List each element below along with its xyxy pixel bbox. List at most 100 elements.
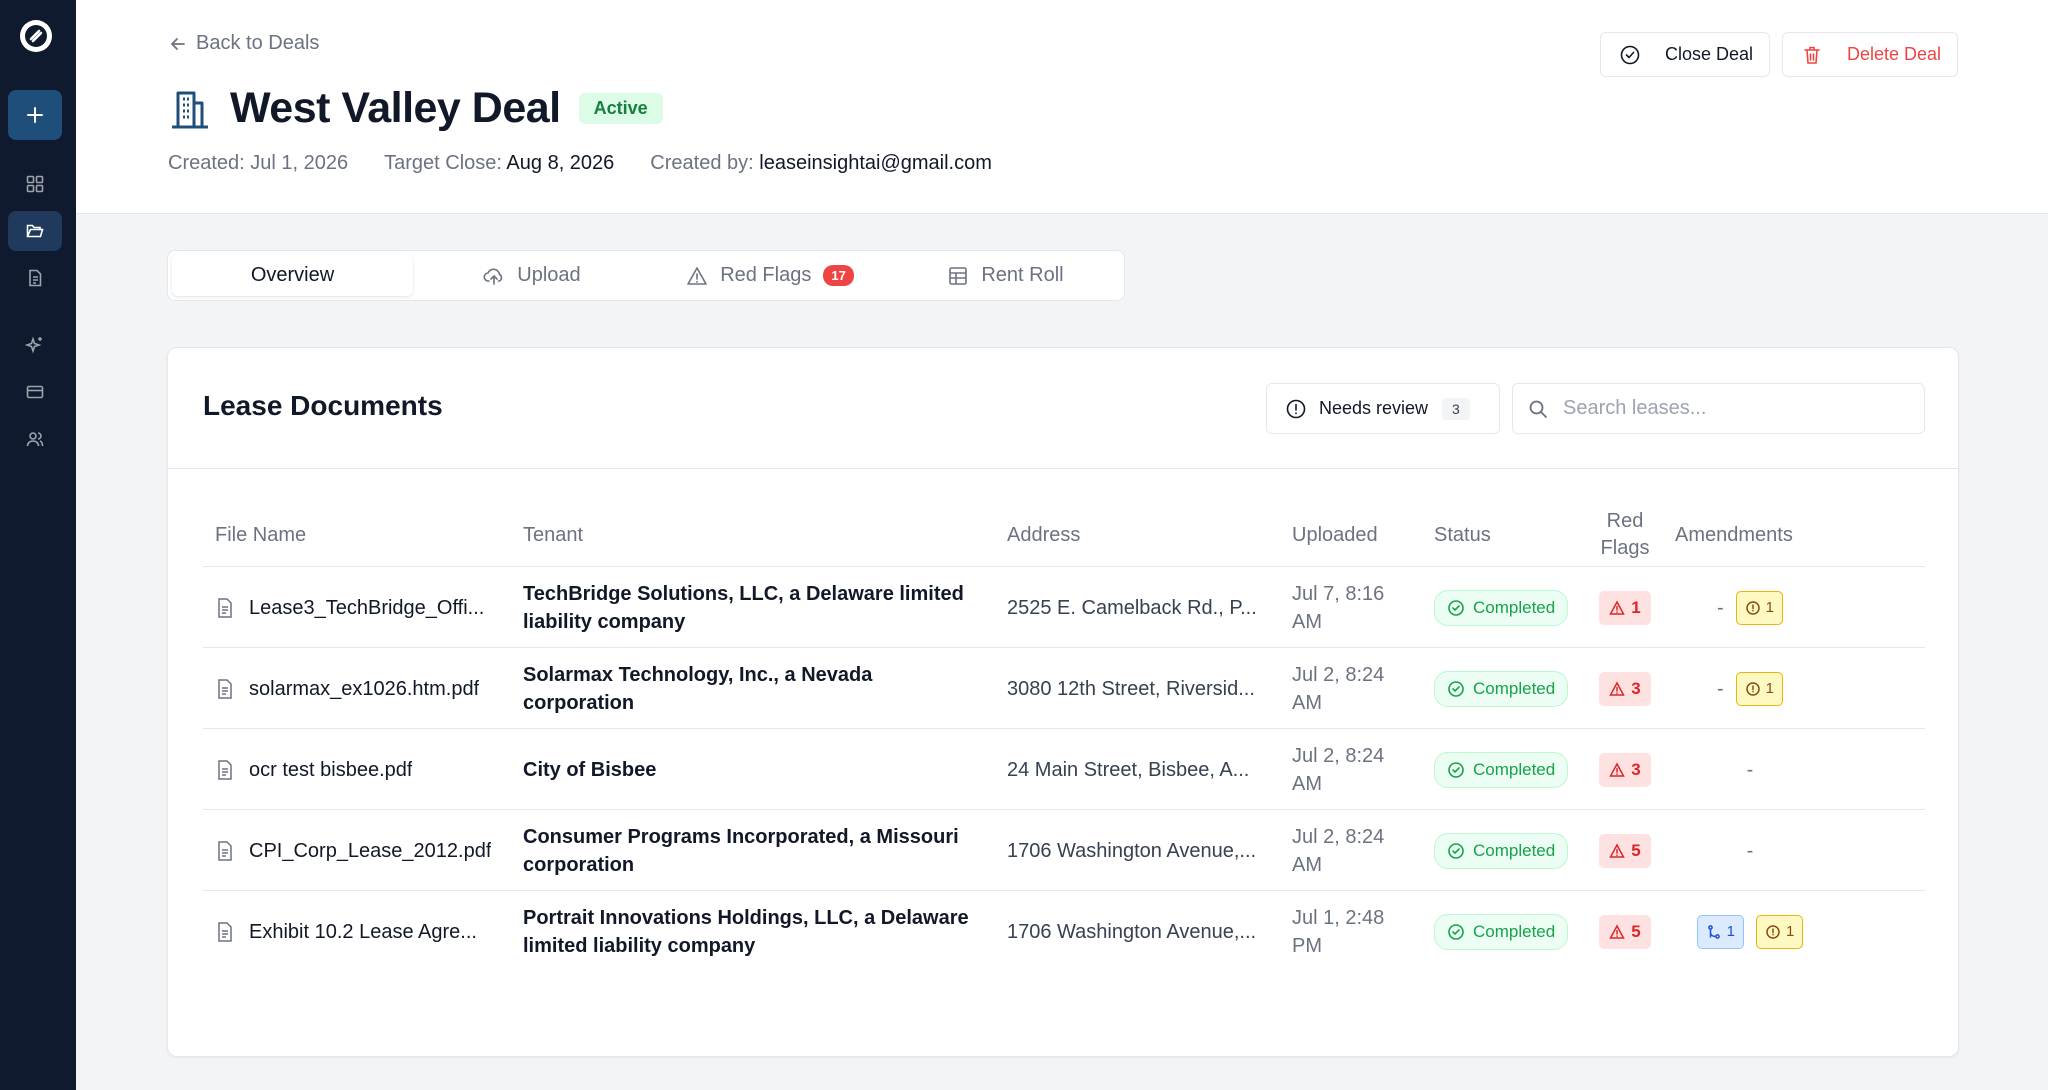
status-cell: Completed (1434, 810, 1584, 891)
file-icon (218, 597, 232, 618)
col-file-name[interactable]: File Name (215, 522, 306, 549)
completed-badge: Completed (1434, 589, 1569, 626)
alert-circle-icon (1766, 924, 1780, 939)
address-cell: 1706 Washington Avenue,... (1007, 839, 1257, 862)
amendments-empty: - (1746, 758, 1754, 781)
check-circle-icon (1448, 923, 1464, 940)
uploaded-cell: Jul 2, 8:24 AM (1292, 825, 1385, 876)
table-row[interactable]: Lease3_TechBridge_Offi... TechBridge Sol… (203, 567, 1925, 648)
sidebar-item-ai[interactable] (8, 325, 62, 365)
warning-triangle-icon (1609, 923, 1626, 939)
tab-rent-roll-label: Rent Roll (981, 264, 1064, 286)
tenant-cell: Consumer Programs Incorporated, a Missou… (523, 825, 959, 876)
red-flags-cell[interactable]: 1 (1585, 567, 1665, 648)
amendments-empty: - (1716, 677, 1724, 700)
deal-header: Back to Deals West Valley Deal Active Cr… (76, 0, 2048, 214)
table-row[interactable]: CPI_Corp_Lease_2012.pdf Consumer Program… (203, 810, 1925, 891)
uploaded-cell: Jul 2, 8:24 AM (1292, 663, 1385, 714)
close-deal-label: Close Deal (1665, 44, 1754, 64)
file-name-cell[interactable]: Lease3_TechBridge_Offi... (215, 567, 507, 648)
sidebar (0, 0, 76, 1090)
col-tenant[interactable]: Tenant (523, 522, 583, 549)
tab-upload[interactable]: Upload (413, 255, 651, 296)
alert-circle-icon (1745, 600, 1760, 615)
tenant-cell: TechBridge Solutions, LLC, a Delaware li… (523, 582, 964, 633)
red-flags-cell[interactable]: 3 (1585, 648, 1665, 729)
red-flag-badge[interactable]: 3 (1599, 671, 1651, 706)
needs-review-filter-button[interactable]: Needs review 3 (1266, 383, 1500, 434)
file-name-cell[interactable]: ocr test bisbee.pdf (215, 729, 507, 810)
file-icon (218, 921, 232, 942)
close-deal-button[interactable]: Close Deal (1600, 32, 1770, 77)
deal-title-row: West Valley Deal Active (168, 84, 663, 133)
red-flag-badge[interactable]: 3 (1599, 752, 1651, 787)
card-header: Lease Documents Needs review 3 (168, 348, 1958, 469)
address-cell: 3080 12th Street, Riversid... (1007, 677, 1255, 700)
back-to-deals-link[interactable]: Back to Deals (168, 32, 319, 55)
delete-deal-button[interactable]: Delete Deal (1782, 32, 1958, 77)
file-name-cell[interactable]: solarmax_ex1026.htm.pdf (215, 648, 507, 729)
col-uploaded[interactable]: Uploaded (1292, 522, 1378, 549)
amendments-empty: - (1746, 839, 1754, 862)
red-flag-badge[interactable]: 1 (1599, 590, 1651, 625)
warning-triangle-icon (1609, 761, 1626, 777)
search-input[interactable] (1563, 397, 1903, 420)
sidebar-item-billing[interactable] (8, 372, 62, 412)
amendment-branch-badge[interactable]: 1 (1696, 914, 1744, 949)
amendment-warning-badge[interactable]: 1 (1756, 914, 1804, 949)
trash-icon (1804, 46, 1820, 64)
sidebar-item-users[interactable] (8, 419, 62, 459)
dashboard-icon (26, 175, 44, 193)
tab-rent-roll[interactable]: Rent Roll (889, 255, 1122, 296)
tenant-cell: Portrait Innovations Holdings, LLC, a De… (523, 906, 969, 957)
table-row[interactable]: solarmax_ex1026.htm.pdf Solarmax Technol… (203, 648, 1925, 729)
check-circle-icon (1448, 599, 1464, 616)
status-cell: Completed (1434, 648, 1584, 729)
status-badge: Active (578, 93, 663, 124)
col-amendments[interactable]: Amendments (1675, 522, 1793, 549)
sidebar-item-documents[interactable] (8, 258, 62, 298)
target-close: Target Close: Aug 8, 2026 (384, 152, 615, 174)
table-row[interactable]: Exhibit 10.2 Lease Agre... Portrait Inno… (203, 891, 1925, 972)
amendment-warning-badge[interactable]: 1 (1735, 671, 1783, 706)
warning-triangle-icon (1609, 680, 1626, 696)
arrow-left-icon (170, 37, 185, 50)
check-circle-icon (1448, 761, 1464, 778)
red-flags-cell[interactable]: 3 (1585, 729, 1665, 810)
col-red-flags[interactable]: Red Flags (1585, 508, 1665, 562)
tenant-cell: City of Bisbee (523, 758, 657, 781)
uploaded-cell: Jul 1, 2:48 PM (1292, 906, 1385, 957)
card-title: Lease Documents (203, 390, 443, 421)
red-flags-cell[interactable]: 5 (1585, 891, 1665, 972)
building-icon (172, 91, 208, 128)
amendments-cell: - (1675, 729, 1825, 810)
file-icon (218, 678, 232, 699)
red-flag-badge[interactable]: 5 (1599, 833, 1651, 868)
needs-review-count: 3 (1442, 397, 1470, 420)
col-status[interactable]: Status (1434, 522, 1491, 549)
file-icon (218, 759, 232, 780)
table-row[interactable]: ocr test bisbee.pdf City of Bisbee 24 Ma… (203, 729, 1925, 810)
file-name-cell[interactable]: CPI_Corp_Lease_2012.pdf (215, 810, 507, 891)
sidebar-item-dashboard[interactable] (8, 164, 62, 204)
sparkles-icon (25, 336, 42, 354)
tab-red-flags[interactable]: Red Flags 17 (651, 255, 889, 296)
red-flag-badge[interactable]: 5 (1599, 914, 1651, 949)
uploaded-cell: Jul 7, 8:16 AM (1292, 582, 1385, 633)
table-header: File Name Tenant Address Uploaded Status… (203, 504, 1925, 567)
file-name-cell[interactable]: Exhibit 10.2 Lease Agre... (215, 891, 507, 972)
back-label: Back to Deals (196, 32, 320, 54)
new-deal-button[interactable] (8, 90, 62, 140)
red-flags-cell[interactable]: 5 (1585, 810, 1665, 891)
completed-badge: Completed (1434, 751, 1569, 788)
col-address[interactable]: Address (1007, 522, 1080, 549)
status-cell: Completed (1434, 729, 1584, 810)
tab-overview[interactable]: Overview (172, 255, 413, 296)
warning-triangle-icon (1609, 599, 1626, 615)
address-cell: 2525 E. Camelback Rd., P... (1007, 596, 1257, 619)
amendment-warning-badge[interactable]: 1 (1735, 590, 1783, 625)
alert-circle-icon (1286, 399, 1306, 418)
app-logo-icon[interactable] (20, 20, 52, 52)
search-box[interactable] (1512, 383, 1925, 434)
sidebar-item-deals[interactable] (8, 211, 62, 251)
